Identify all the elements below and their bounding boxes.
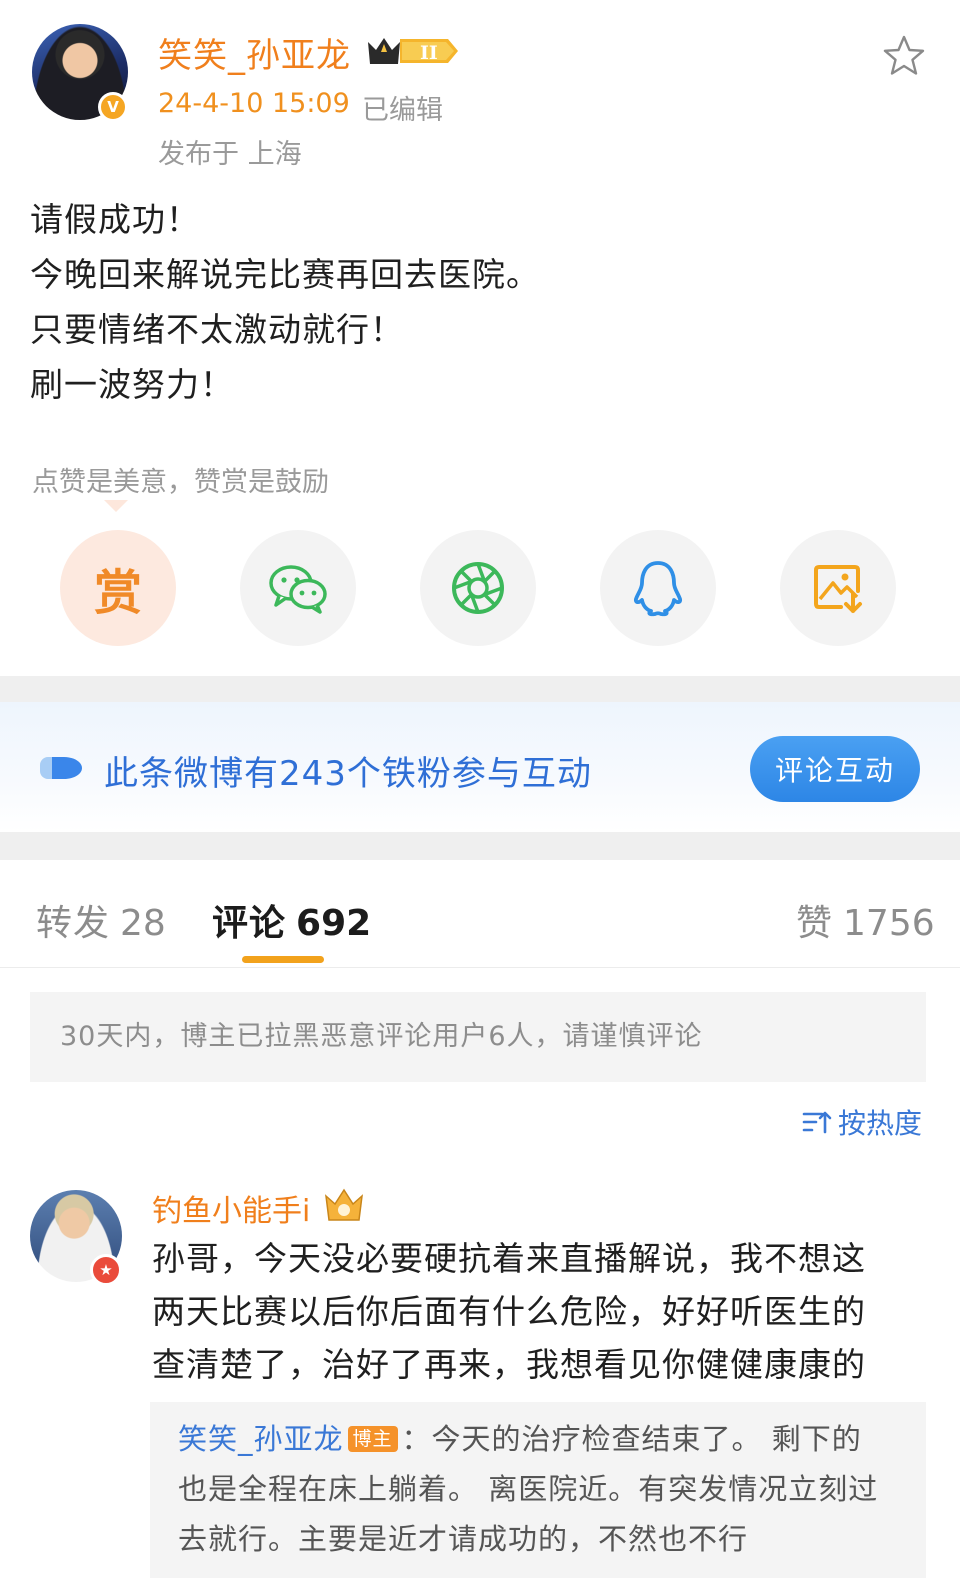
verified-badge-icon: V: [98, 92, 128, 122]
share-row: 赏: [60, 530, 896, 646]
post-location: 发布于 上海: [158, 139, 302, 170]
tab-label: 评论: [212, 903, 287, 944]
tip-pointer: [104, 500, 128, 512]
section-divider: [0, 676, 960, 702]
sort-by-popularity-button[interactable]: 按热度: [802, 1102, 922, 1142]
active-tab-indicator: [242, 956, 324, 963]
section-divider: [0, 832, 960, 860]
qq-icon: [633, 561, 683, 617]
post-text-line: 请假成功！: [30, 200, 200, 239]
commenter-avatar[interactable]: ★: [30, 1190, 122, 1286]
post-header: V 笑笑_孙亚龙 II 24-4-10 15:09 已编辑 发布于 上海: [32, 22, 932, 172]
edited-label[interactable]: 已编辑: [362, 88, 443, 127]
reply-line: 去就行。主要是近才请成功的，不然也不行: [178, 1522, 749, 1556]
tab-reposts[interactable]: 转发 28: [36, 894, 166, 946]
post-text-line: 只要情绪不太激动就行！: [30, 310, 404, 349]
post-timestamp: 24-4-10 15:09: [158, 88, 350, 119]
save-image-icon: [814, 565, 862, 613]
tab-count: 1756: [843, 903, 935, 944]
reply-line: 也是全程在床上躺着。 离医院近。有突发情况立刻过: [178, 1472, 879, 1506]
reply-text: ：今天的治疗检查结束了。 剩下的: [401, 1422, 862, 1456]
tab-likes[interactable]: 赞 1756: [796, 894, 935, 946]
commenter-name[interactable]: 钓鱼小能手i: [152, 1186, 310, 1230]
blocked-users-notice: 30天内，博主已拉黑恶意评论用户6人，请谨慎评论: [30, 992, 926, 1082]
tab-comments[interactable]: 评论 692: [212, 894, 371, 946]
favorite-star-icon[interactable]: [882, 34, 926, 78]
svg-text:II: II: [420, 42, 438, 64]
post-text-line: 今晚回来解说完比赛再回去医院。: [30, 255, 540, 294]
reward-icon: 赏: [93, 565, 142, 621]
host-tag: 博主: [347, 1426, 398, 1452]
tab-label: 赞: [796, 903, 834, 944]
sort-label: 按热度: [838, 1107, 923, 1140]
share-qq-button[interactable]: [600, 530, 716, 646]
reply-author-name[interactable]: 笑笑_孙亚龙: [178, 1422, 344, 1456]
fan-badge-icon: [40, 757, 82, 779]
comment-item: ★ 钓鱼小能手i 孙哥，今天没必要硬抗着来直播解说，我不想这 两天比赛以后你后面…: [30, 1186, 930, 1578]
author-reply[interactable]: 笑笑_孙亚龙 博主 ：今天的治疗检查结束了。 剩下的 也是全程在床上躺着。 离医院近…: [150, 1402, 926, 1578]
author-avatar[interactable]: V: [32, 24, 128, 122]
fan-interaction-banner[interactable]: 此条微博有243个铁粉参与互动 评论互动: [0, 702, 960, 832]
comment-interact-button[interactable]: 评论互动: [750, 736, 920, 802]
post-content: 请假成功！ 今晚回来解说完比赛再回去医院。 只要情绪不太激动就行！ 刷一波努力！: [30, 192, 910, 412]
moments-icon: [452, 562, 504, 614]
sort-icon: [802, 1111, 832, 1134]
share-moments-button[interactable]: [420, 530, 536, 646]
post-text-line: 刷一波努力！: [30, 365, 234, 404]
comment-line: 孙哥，今天没必要硬抗着来直播解说，我不想这: [152, 1239, 866, 1278]
fan-count-text: 此条微博有243个铁粉参与互动: [104, 754, 592, 794]
comment-line: 两天比赛以后你后面有什么危险，好好听医生的: [152, 1292, 866, 1331]
member-badge-icon: ★: [90, 1254, 122, 1286]
vip-crown-level-icon[interactable]: II: [366, 34, 462, 68]
author-name[interactable]: 笑笑_孙亚龙: [158, 28, 351, 77]
reward-button[interactable]: 赏: [60, 530, 176, 646]
engagement-tabs: 转发 28 评论 692 赞 1756: [0, 860, 960, 968]
share-wechat-button[interactable]: [240, 530, 356, 646]
comment-line: 查清楚了，治好了再来，我想看见你健健康康的: [152, 1345, 866, 1384]
comment-text: 孙哥，今天没必要硬抗着来直播解说，我不想这 两天比赛以后你后面有什么危险，好好听…: [152, 1232, 922, 1391]
reply-line: 笑笑_孙亚龙 博主 ：今天的治疗检查结束了。 剩下的: [178, 1414, 900, 1464]
tab-count: 692: [296, 903, 372, 944]
save-image-button[interactable]: [780, 530, 896, 646]
wechat-icon: [269, 565, 327, 614]
tab-count: 28: [120, 903, 166, 944]
fan-crown-icon: [325, 1188, 363, 1221]
tab-label: 转发: [36, 903, 111, 944]
reward-tip: 点赞是美意，赞赏是鼓励: [32, 467, 329, 498]
